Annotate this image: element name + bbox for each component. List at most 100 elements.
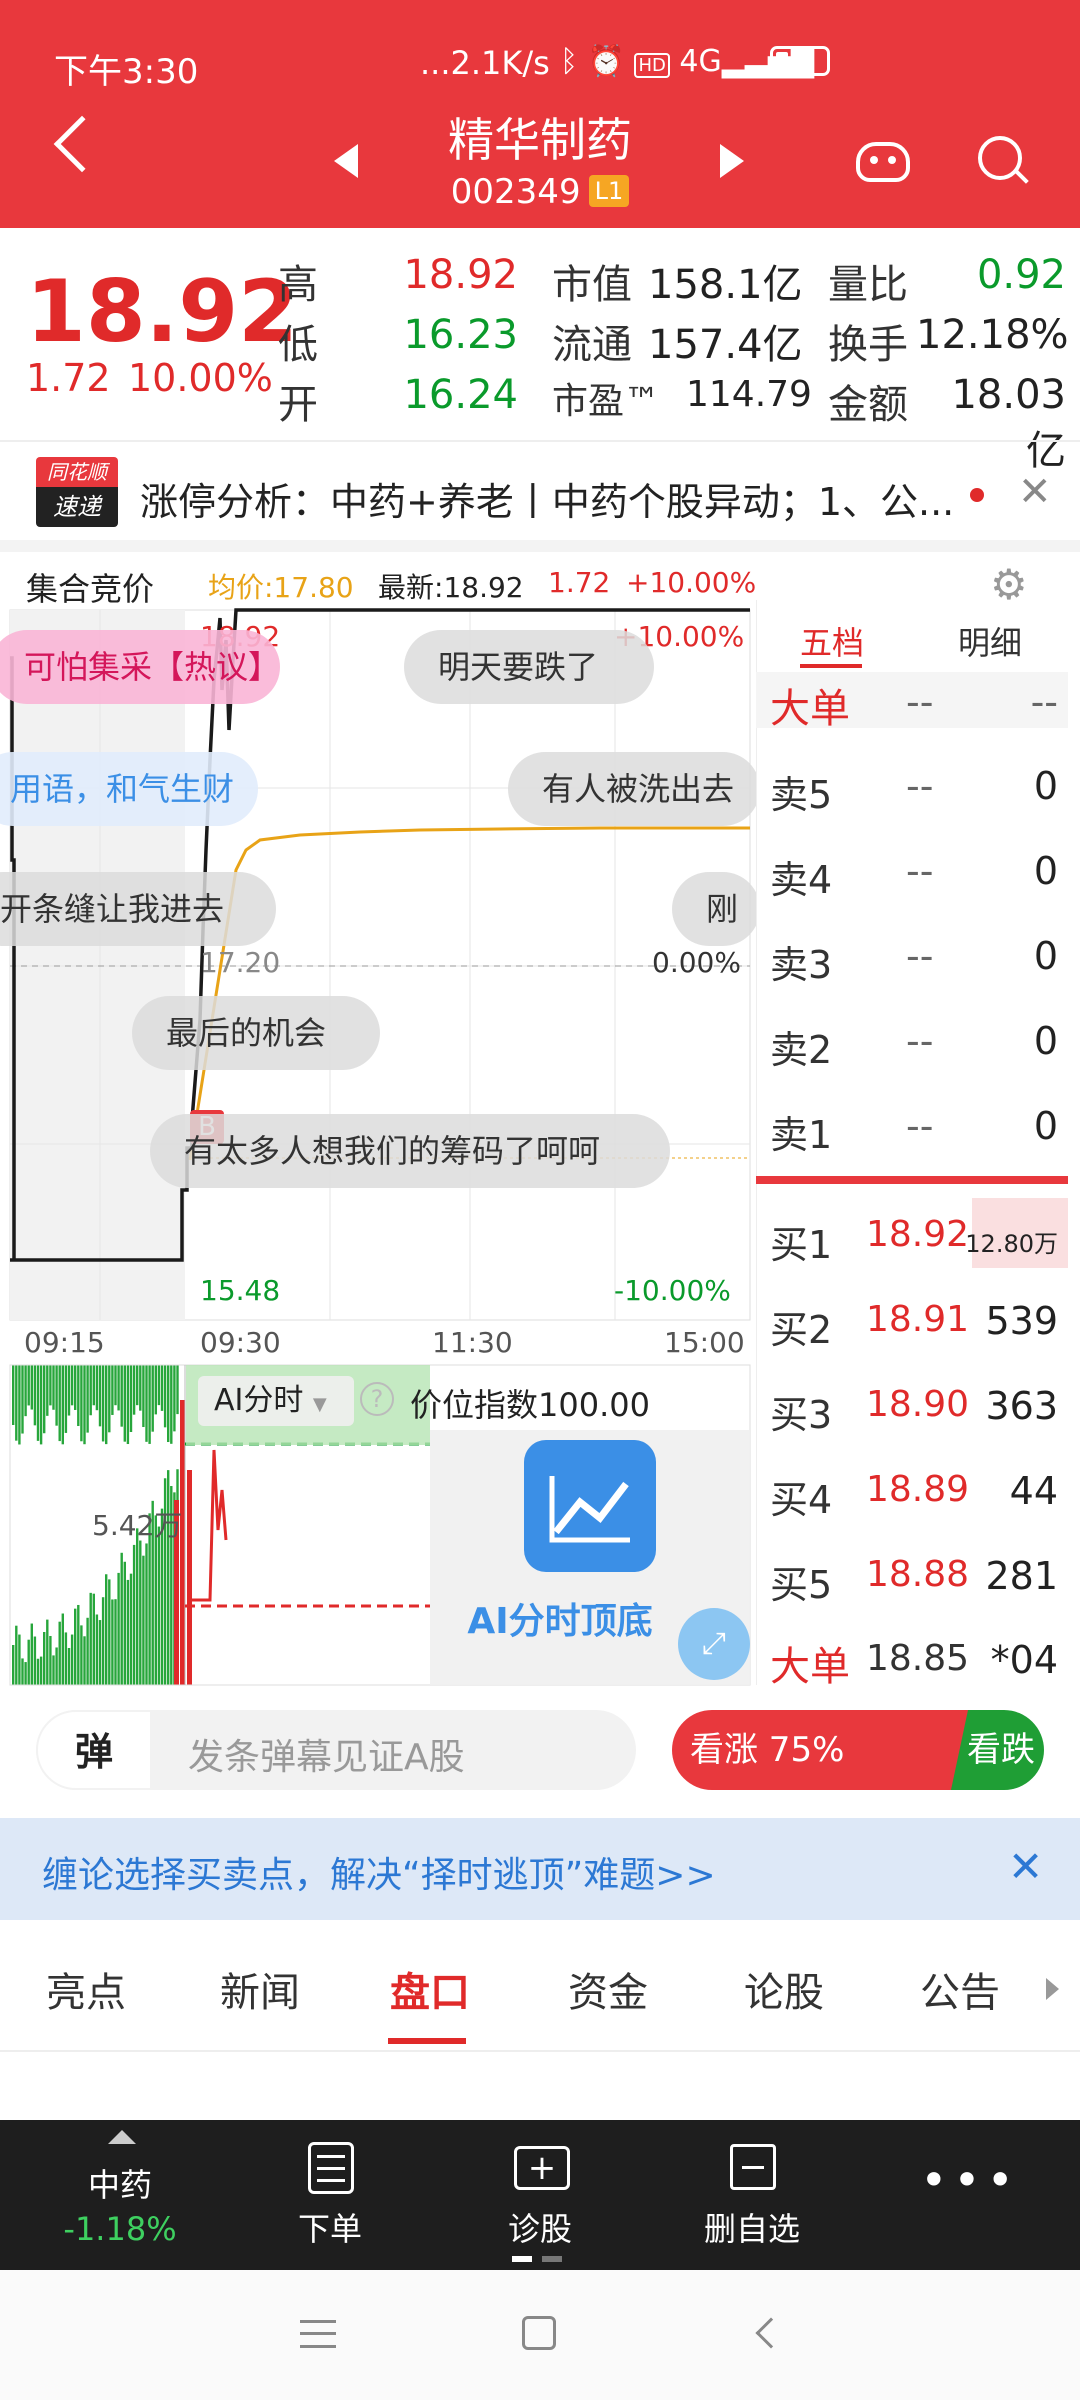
low-pct-label: -10.00%	[614, 1274, 731, 1307]
volume-bar	[86, 1365, 89, 1433]
volume-bar	[30, 1365, 33, 1410]
volume-bar	[83, 1636, 86, 1685]
high-label: 高	[278, 262, 318, 308]
high-value: 18.92	[403, 252, 518, 298]
volume-bar	[114, 1599, 117, 1685]
vote-up-button[interactable]: 看涨 75%	[672, 1710, 971, 1790]
tab-5[interactable]: 公告	[920, 1960, 1000, 2018]
sector-button[interactable]: 中药 -1.18%	[30, 2120, 210, 2270]
tab-4[interactable]: 论股	[744, 1960, 824, 2018]
volume-bar	[123, 1561, 126, 1685]
buy-label: 买5	[770, 1563, 833, 1607]
danmu-bubble[interactable]: 开条缝让我进去	[0, 872, 276, 946]
buy-volume: 12.80万	[965, 1230, 1058, 1258]
news-strip[interactable]: 同花顺 速递 涨停分析：中药+养老丨中药个股异动；1、公... ✕	[0, 445, 1080, 545]
time-label: 15:00	[664, 1326, 745, 1359]
danmu-bubble[interactable]: 用语，和气生财	[0, 752, 258, 826]
danmu-bubble[interactable]: 最后的机会	[132, 996, 380, 1070]
tabs-more-icon[interactable]	[1046, 1978, 1059, 2000]
volume-bar	[129, 1365, 133, 1432]
buy-row: 买4 18.89 44	[760, 1461, 1068, 1522]
tab-five-levels[interactable]: 五档	[800, 618, 864, 664]
expand-icon[interactable]: ⤢	[678, 1608, 750, 1680]
volume-bar	[33, 1636, 37, 1685]
volume-bar	[70, 1634, 74, 1685]
danmu-bubble[interactable]: 明天要跌了	[404, 630, 654, 704]
vote-bar[interactable]: 看涨 75% 看跌 25%	[672, 1710, 1044, 1790]
low-label: 低	[278, 322, 318, 368]
tab-3[interactable]: 资金	[568, 1960, 648, 2018]
buy-row: 买2 18.91 539	[760, 1291, 1068, 1352]
home-icon[interactable]	[522, 2316, 556, 2350]
danmu-bubble[interactable]: 有人被洗出去	[508, 752, 760, 826]
volume-bar	[74, 1365, 77, 1410]
remove-icon	[730, 2144, 776, 2190]
buy-volume: 44	[1009, 1469, 1058, 1513]
stock-name: 精华制药	[448, 113, 632, 167]
level-badge: L1	[588, 175, 630, 207]
low-value: 16.23	[403, 312, 518, 358]
volume-bar	[33, 1365, 37, 1426]
volume-bar	[132, 1544, 136, 1685]
diagnose-button[interactable]: + 诊股	[450, 2120, 630, 2270]
volume-axis-label: 5.42万	[92, 1509, 183, 1542]
help-icon[interactable]: ?	[360, 1382, 394, 1416]
volume-bar	[176, 1365, 179, 1415]
stock-code-text: 002349	[450, 172, 581, 212]
ai-minute-dropdown[interactable]: AI分时 ▼	[198, 1376, 354, 1426]
volume-bar	[187, 1470, 192, 1685]
volume-bar	[21, 1658, 24, 1685]
volume-bar	[36, 1365, 40, 1441]
more-icon[interactable]: •••	[880, 2120, 1060, 2270]
volume-bar	[95, 1365, 99, 1411]
order-button[interactable]: 下单	[240, 2120, 420, 2270]
ai-minute-label: AI分时	[214, 1383, 304, 1418]
buy-row: 买3 18.90 363	[760, 1376, 1068, 1437]
volume-bar	[89, 1592, 92, 1685]
volume-bar	[58, 1621, 61, 1685]
tab-details[interactable]: 明细	[958, 618, 1022, 664]
tab-0[interactable]: 亮点	[46, 1960, 126, 2018]
volume-bar	[80, 1625, 83, 1685]
danmu-input[interactable]: 弹 发条弹幕见证A股	[36, 1710, 636, 1790]
vol-ratio-label: 量比	[828, 262, 908, 308]
volume-bar	[67, 1365, 71, 1416]
robot-icon[interactable]	[856, 142, 910, 182]
volume-bar	[77, 1604, 80, 1685]
tab-2[interactable]: 盘口	[390, 1960, 470, 2018]
auction-region	[10, 610, 185, 1320]
volume-bar	[108, 1365, 111, 1433]
system-nav-bar	[0, 2270, 1080, 2400]
sell-label: 卖3	[770, 943, 833, 987]
buy-price: 18.92	[866, 1214, 970, 1255]
ai-card[interactable]: AI分时顶底 ⤢	[430, 1430, 750, 1685]
float-value: 157.4亿	[648, 322, 803, 368]
buy-volume: 539	[985, 1299, 1058, 1343]
volume-bar	[105, 1574, 108, 1685]
big-sell-row: 大单 -- --	[760, 672, 1068, 732]
close-news-icon[interactable]: ✕	[1018, 469, 1052, 515]
volume-bar	[95, 1614, 99, 1685]
latest-change: 1.72	[548, 566, 611, 599]
sector-change: -1.18%	[63, 2210, 177, 2248]
stock-code: 002349 L1	[0, 172, 1080, 212]
close-banner-icon[interactable]: ✕	[1008, 1842, 1043, 1891]
sell-price: --	[906, 934, 934, 978]
danmu-bubble[interactable]: 有太多人想我们的筹码了呵呵	[150, 1114, 670, 1188]
remove-watchlist-button[interactable]: 删自选	[662, 2120, 842, 2270]
divider	[0, 440, 1080, 442]
volume-bar	[21, 1365, 24, 1434]
danmu-bubble[interactable]: 刚	[672, 872, 760, 946]
volume-bar	[139, 1540, 142, 1685]
promo-banner[interactable]: 缠论选择买卖点，解决“择时逃顶”难题>> ✕	[0, 1818, 1080, 1920]
sell-price: --	[906, 1019, 934, 1063]
danmu-bubble[interactable]: 可怕集采【热议】	[0, 630, 280, 704]
mktcap-label: 市值	[552, 262, 632, 308]
mid-axis-label: 17.20	[200, 946, 281, 979]
menu-icon[interactable]	[300, 2320, 336, 2348]
nav-back-icon[interactable]	[755, 2317, 787, 2349]
tab-1[interactable]: 新闻	[220, 1960, 300, 2018]
vote-down-button[interactable]: 看跌 25%	[951, 1710, 1044, 1790]
chevron-down-icon: ▼	[312, 1394, 327, 1415]
volume-bar	[61, 1365, 64, 1445]
